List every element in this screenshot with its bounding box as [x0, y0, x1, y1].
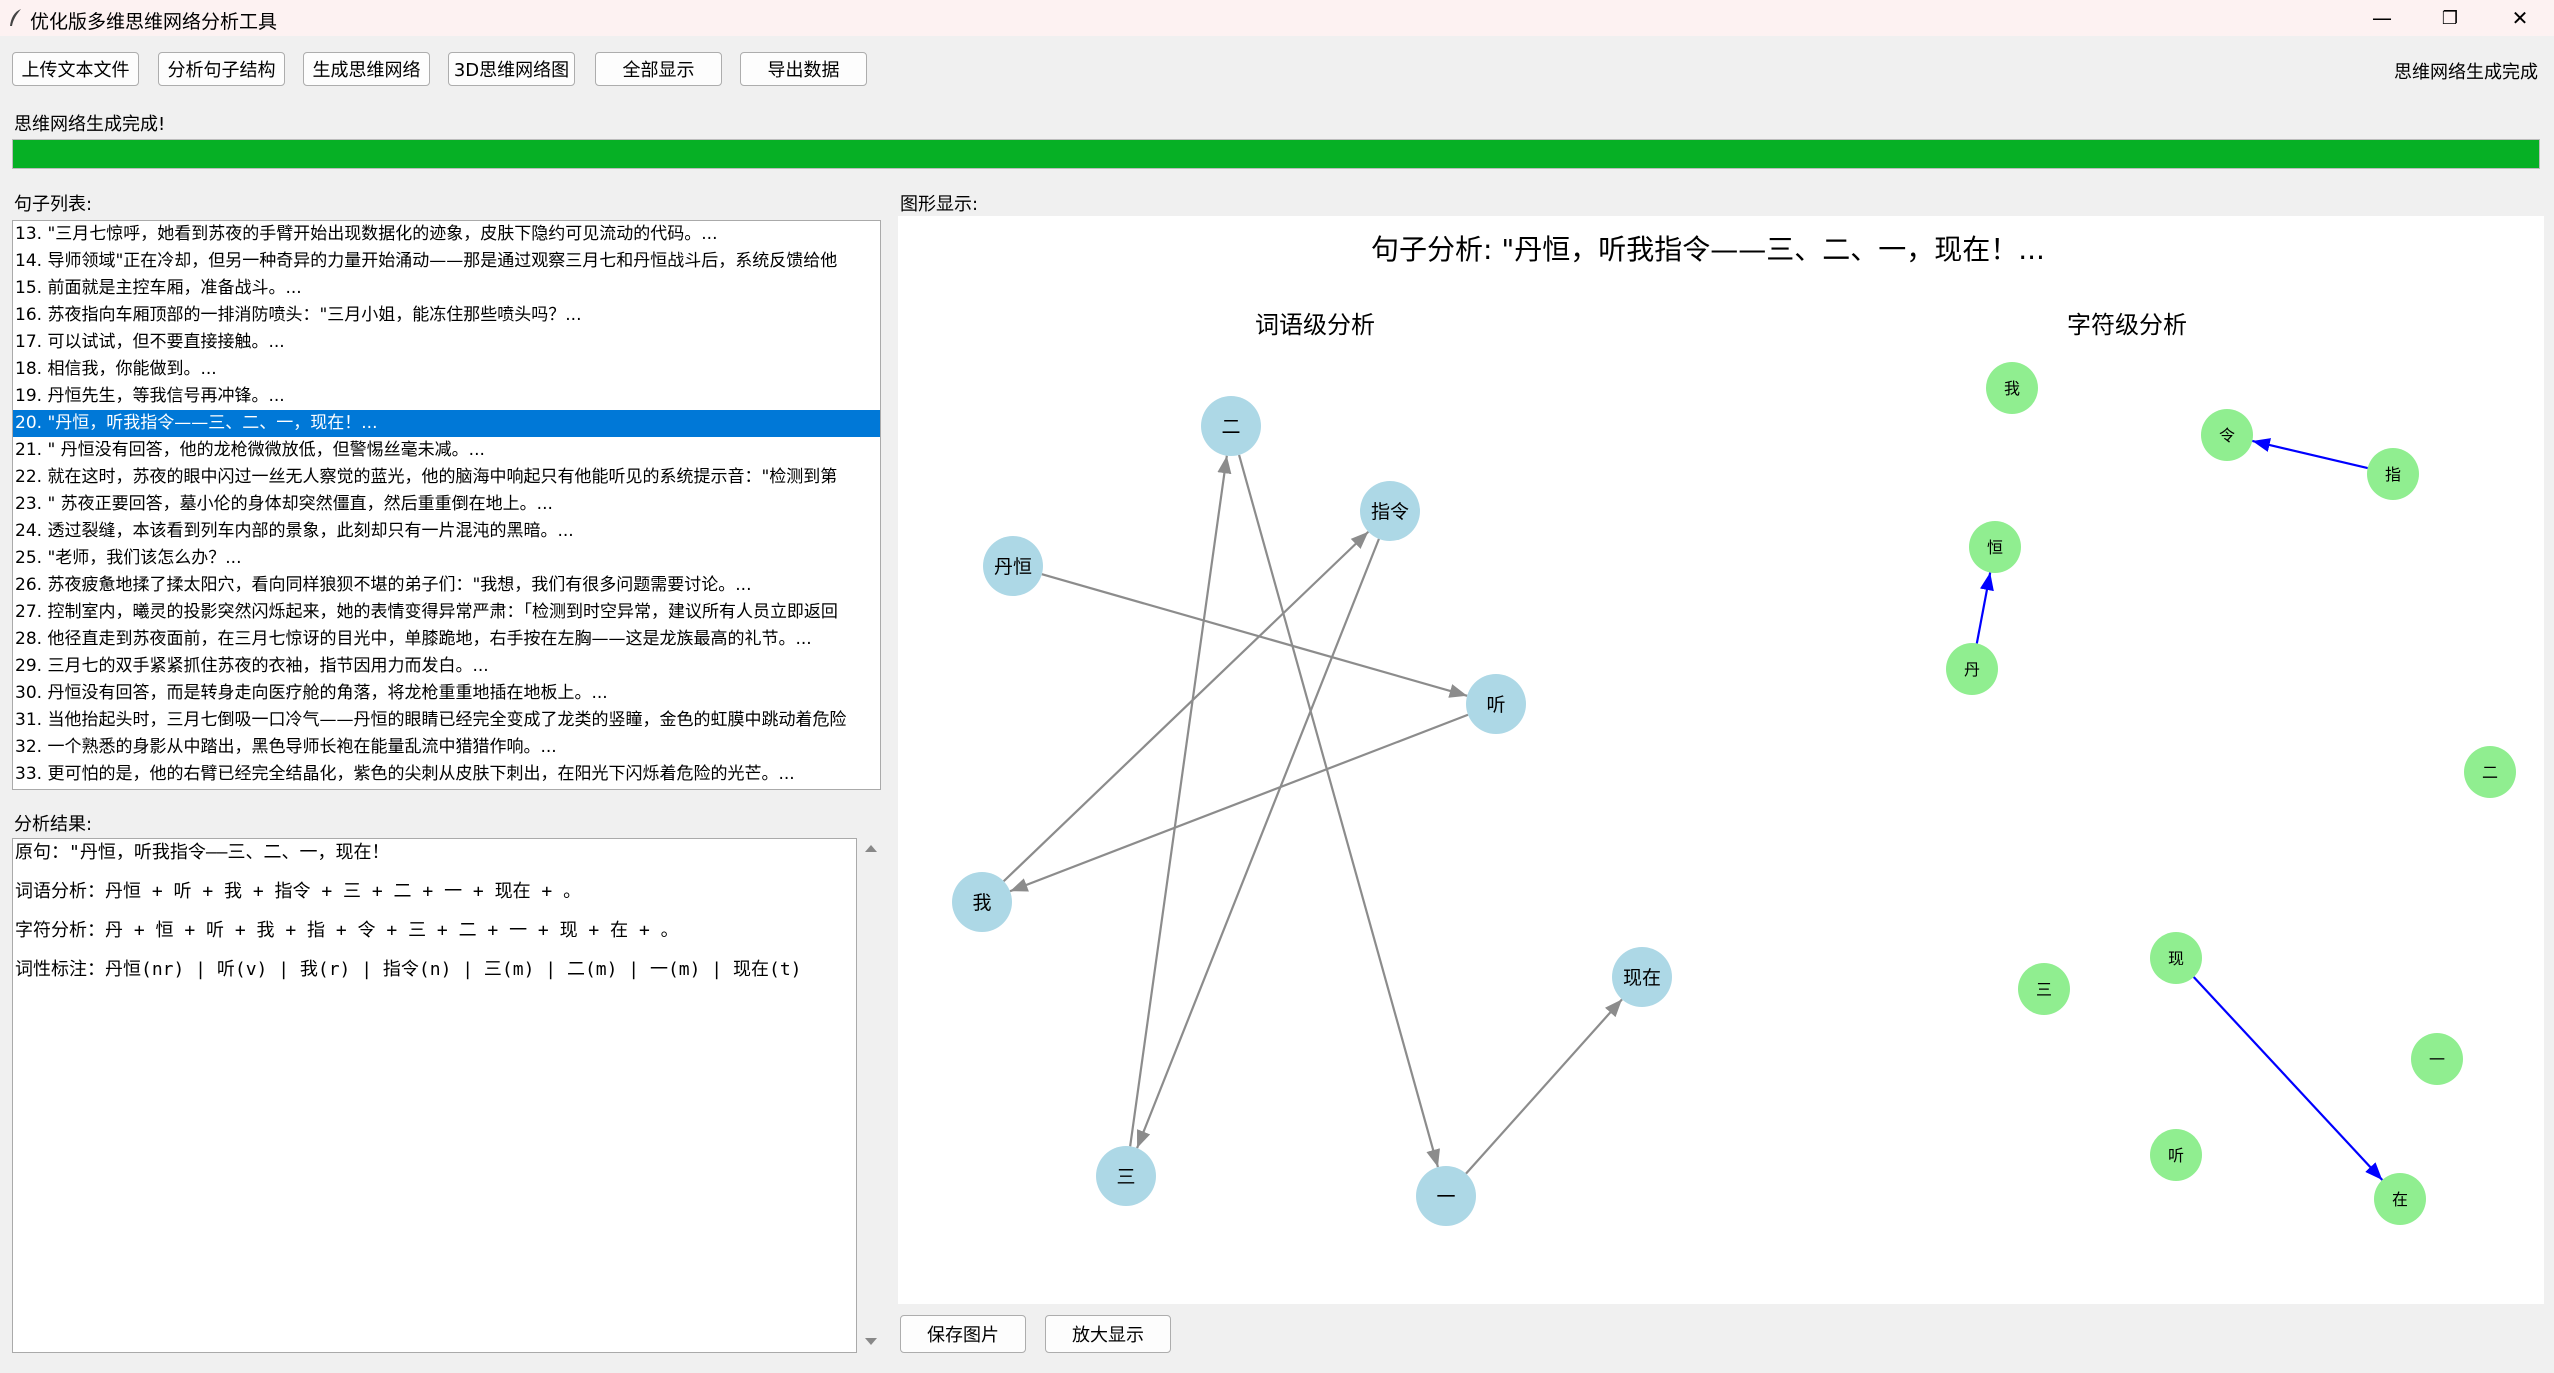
word-node-label: 三 — [1116, 1166, 1135, 1188]
char-edges — [1975, 438, 2384, 1181]
sentence-list-item[interactable]: 22. 就在这时，苏夜的眼中闪过一丝无人察觉的蓝光，他的脑海中响起只有他能听见的… — [13, 464, 880, 491]
char-nodes: 我令指恒丹二现三一听在 — [1946, 362, 2516, 1225]
analysis-line: 字符分析：丹 + 恒 + 听 + 我 + 指 + 令 + 三 + 二 + 一 +… — [15, 920, 679, 941]
restore-button[interactable]: ❐ — [2420, 0, 2480, 36]
analysis-textbox[interactable]: 原句："丹恒，听我指令——三、二、一，现在！ 词语分析：丹恒 + 听 + 我 + … — [12, 838, 857, 1353]
char-node-label: 丹 — [1964, 660, 1980, 679]
char-node-label: 在 — [2392, 1190, 2408, 1209]
word-node-label: 二 — [1221, 416, 1240, 438]
scroll-down-icon[interactable] — [865, 1338, 877, 1345]
analysis-line: 词语分析：丹恒 + 听 + 我 + 指令 + 三 + 二 + 一 + 现在 + … — [15, 881, 582, 902]
zoom-display-button[interactable]: 放大显示 — [1045, 1315, 1171, 1353]
sentence-list-item[interactable]: 33. 更可怕的是，他的右臂已经完全结晶化，紫色的尖刺从皮肤下刺出，在阳光下闪烁… — [13, 761, 880, 788]
word-edges — [1002, 454, 1623, 1175]
sentence-list-item[interactable]: 26. 苏夜疲惫地揉了揉太阳穴，看向同样狼狈不堪的弟子们："我想，我们有很多问题… — [13, 572, 880, 599]
analysis-line: 词性标注：丹恒(nr) | 听(v) | 我(r) | 指令(n) | 三(m)… — [15, 959, 802, 980]
sentence-list-item[interactable]: 17. 可以试试，但不要直接接触。... — [13, 329, 880, 356]
graph-label: 图形显示: — [900, 194, 979, 215]
window-title: 优化版多维思维网络分析工具 — [30, 11, 278, 33]
sentence-list-label: 句子列表: — [14, 194, 93, 215]
sentence-list-item[interactable]: 31. 当他抬起头时，三月七倒吸一口冷气——丹恒的眼睛已经完全变成了龙类的竖瞳，… — [13, 707, 880, 734]
sentence-list-item[interactable]: 16. 苏夜指向车厢顶部的一排消防喷头："三月小姐，能冻住那些喷头吗？... — [13, 302, 880, 329]
feather-icon — [10, 9, 21, 26]
show-all-button[interactable]: 全部显示 — [595, 52, 722, 86]
sentence-list-item[interactable]: 13. "三月七惊呼，她看到苏夜的手臂开始出现数据化的迹象，皮肤下隐约可见流动的… — [13, 221, 880, 248]
sentence-list-item[interactable]: 14. 导师领域"正在冷却，但另一种奇异的力量开始涌动——那是通过观察三月七和丹… — [13, 248, 880, 275]
word-node-label: 一 — [1436, 1186, 1455, 1208]
char-node-label: 一 — [2429, 1050, 2445, 1069]
minimize-button[interactable]: — — [2352, 0, 2412, 36]
sentence-listbox[interactable]: 13. "三月七惊呼，她看到苏夜的手臂开始出现数据化的迹象，皮肤下隐约可见流动的… — [12, 220, 881, 790]
word-edge — [1009, 713, 1469, 893]
analysis-label: 分析结果: — [14, 814, 93, 835]
graph-panel: 句子分析: "丹恒，听我指令——三、二、一，现在！... 词语级分析 字符级分析… — [898, 216, 2544, 1304]
word-edge — [1465, 998, 1623, 1175]
sentence-list-item[interactable]: 20. "丹恒，听我指令——三、二、一，现在！... — [13, 410, 880, 437]
progress-fill — [13, 140, 2539, 168]
char-node-label: 二 — [2482, 763, 2498, 782]
char-edge — [2192, 976, 2384, 1181]
generate-network-button[interactable]: 生成思维网络 — [303, 52, 430, 86]
sentence-list-item[interactable]: 21. " 丹恒没有回答，他的龙枪微微放低，但警惕丝毫未减。... — [13, 437, 880, 464]
char-node-label: 听 — [2168, 1146, 2184, 1165]
sentence-list-item[interactable]: 23. " 苏夜正要回答，墓小伦的身体却突然僵直，然后重重倒在地上。... — [13, 491, 880, 518]
word-node-label: 丹恒 — [994, 556, 1032, 578]
graph-canvas: 句子分析: "丹恒，听我指令——三、二、一，现在！... 词语级分析 字符级分析… — [952, 233, 2516, 1226]
scroll-up-icon[interactable] — [865, 845, 877, 852]
char-edge — [2252, 438, 2368, 470]
close-button[interactable]: ✕ — [2490, 0, 2550, 36]
sentence-list-item[interactable]: 15. 前面就是主控车厢，准备战斗。... — [13, 275, 880, 302]
word-panel-title: 词语级分析 — [1255, 311, 1375, 339]
char-node-label: 令 — [2219, 426, 2235, 445]
sentence-list-item[interactable]: 27. 控制室内，曦灵的投影突然闪烁起来，她的表情变得异常严肃：「检测到时空异常… — [13, 599, 880, 626]
3d-network-button[interactable]: 3D思维网络图 — [448, 52, 575, 86]
progress-label: 思维网络生成完成! — [14, 114, 166, 135]
sentence-list-item[interactable]: 30. 丹恒没有回答，而是转身走向医疗舱的角落，将龙枪重重地插在地板上。... — [13, 680, 880, 707]
sentence-list-item[interactable]: 24. 透过裂缝，本该看到列车内部的景象，此刻却只有一片混沌的黑暗。... — [13, 518, 880, 545]
title-bar: 优化版多维思维网络分析工具 — ❐ ✕ — [0, 0, 2554, 36]
sentence-list-item[interactable]: 18. 相信我，你能做到。... — [13, 356, 880, 383]
char-node-label: 现 — [2168, 949, 2184, 968]
word-node-label: 听 — [1486, 694, 1505, 716]
graph-title: 句子分析: "丹恒，听我指令——三、二、一，现在！... — [1371, 233, 2045, 266]
sentence-list-item[interactable]: 25. "老师，我们该怎么办？... — [13, 545, 880, 572]
sentence-list-item[interactable]: 32. 一个熟悉的身影从中踏出，黑色导师长袍在能量乱流中猎猎作响。... — [13, 734, 880, 761]
sentence-list-item[interactable]: 28. 他径直走到苏夜面前，在三月七惊讶的目光中，单膝跪地，右手按在左胸——这是… — [13, 626, 880, 653]
word-node-label: 我 — [972, 892, 991, 914]
word-node-label: 现在 — [1623, 967, 1661, 989]
word-edge — [1041, 573, 1468, 698]
export-data-button[interactable]: 导出数据 — [740, 52, 867, 86]
scrollbar-arrows — [865, 845, 877, 1345]
char-node-label: 恒 — [1987, 538, 2003, 557]
char-node-label: 三 — [2036, 980, 2052, 999]
analysis-scrollbar[interactable] — [857, 838, 885, 1353]
word-nodes: 二指令丹恒听我现在三一 — [952, 396, 1672, 1226]
sentence-list-item[interactable]: 29. 三月七的双手紧紧抓住苏夜的衣袖，指节因用力而发白。... — [13, 653, 880, 680]
status-text: 思维网络生成完成 — [2394, 62, 2538, 83]
char-node-label: 我 — [2004, 379, 2020, 398]
char-panel-title: 字符级分析 — [2067, 311, 2187, 339]
char-node-label: 指 — [2385, 465, 2401, 484]
char-edge — [1975, 572, 1994, 644]
word-node-label: 指令 — [1371, 501, 1409, 523]
analysis-line: 原句："丹恒，听我指令——三、二、一，现在！ — [15, 842, 390, 863]
word-edge — [1002, 530, 1370, 883]
upload-text-file-button[interactable]: 上传文本文件 — [12, 52, 139, 86]
sentence-list-item[interactable]: 19. 丹恒先生，等我信号再冲锋。... — [13, 383, 880, 410]
analyze-sentence-button[interactable]: 分析句子结构 — [158, 52, 285, 86]
save-image-button[interactable]: 保存图片 — [900, 1315, 1026, 1353]
progress-bar — [12, 139, 2540, 169]
